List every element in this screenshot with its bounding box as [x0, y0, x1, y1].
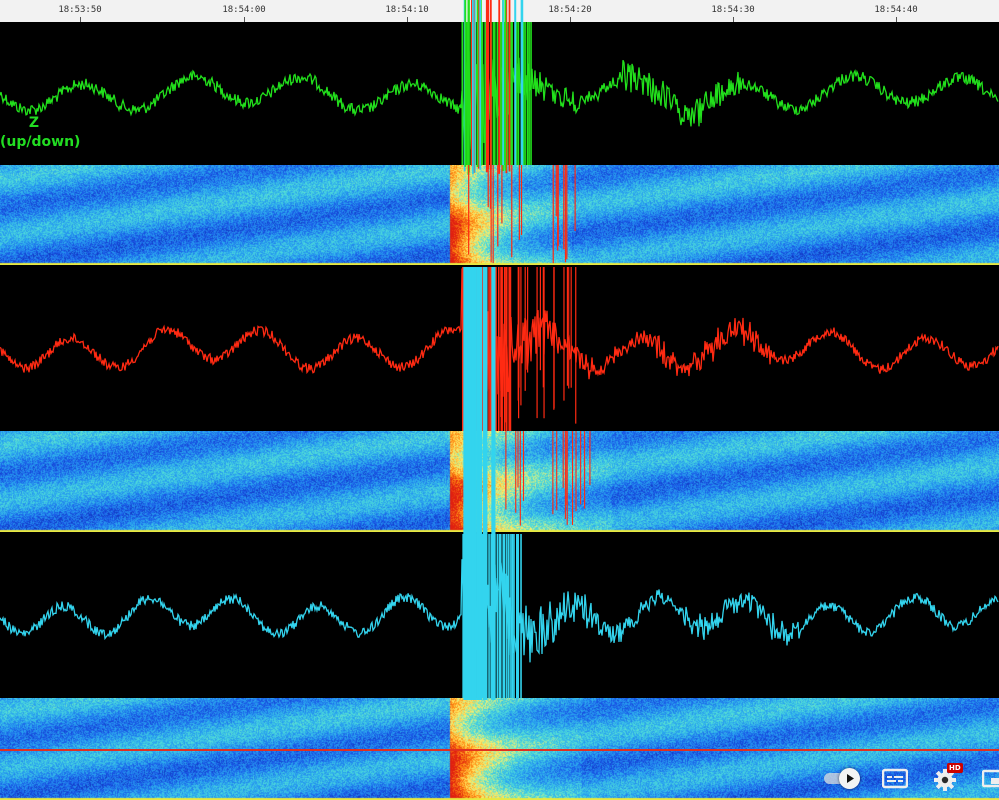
seismogram-viewer: 18:53:50 18:54:00 18:54:10 18:54:20 18:5… [0, 0, 999, 800]
waveform-trace-z [0, 22, 999, 165]
miniplayer-button[interactable] [981, 768, 999, 790]
time-tick-label: 18:54:10 [385, 5, 429, 15]
autoplay-toggle[interactable] [824, 768, 862, 789]
waveform-trace-e [0, 534, 999, 698]
miniplayer-icon [981, 769, 999, 788]
time-tick-label: 18:54:30 [711, 5, 755, 15]
spectrogram-n [0, 431, 999, 532]
time-tick-label: 18:54:40 [874, 5, 918, 15]
settings-button[interactable]: HD [932, 763, 963, 794]
channel-label-z: Z (up/down) [0, 114, 81, 152]
video-player-controls: HD [818, 758, 999, 800]
channel-label-direction: (up/down) [0, 134, 81, 150]
red-divider-line [0, 749, 999, 751]
spectrogram-z [0, 165, 999, 265]
time-tick-label: 18:54:20 [548, 5, 592, 15]
subtitles-icon [881, 768, 909, 789]
time-axis: 18:53:50 18:54:00 18:54:10 18:54:20 18:5… [0, 0, 999, 22]
autoplay-toggle-icon [839, 768, 860, 789]
time-tick-label: 18:53:50 [58, 5, 102, 15]
waveform-trace-n [0, 267, 999, 431]
hd-badge: HD [947, 763, 963, 773]
channel-label-letter: Z [28, 115, 40, 131]
time-tick-label: 18:54:00 [222, 5, 266, 15]
subtitles-button[interactable] [881, 768, 909, 790]
